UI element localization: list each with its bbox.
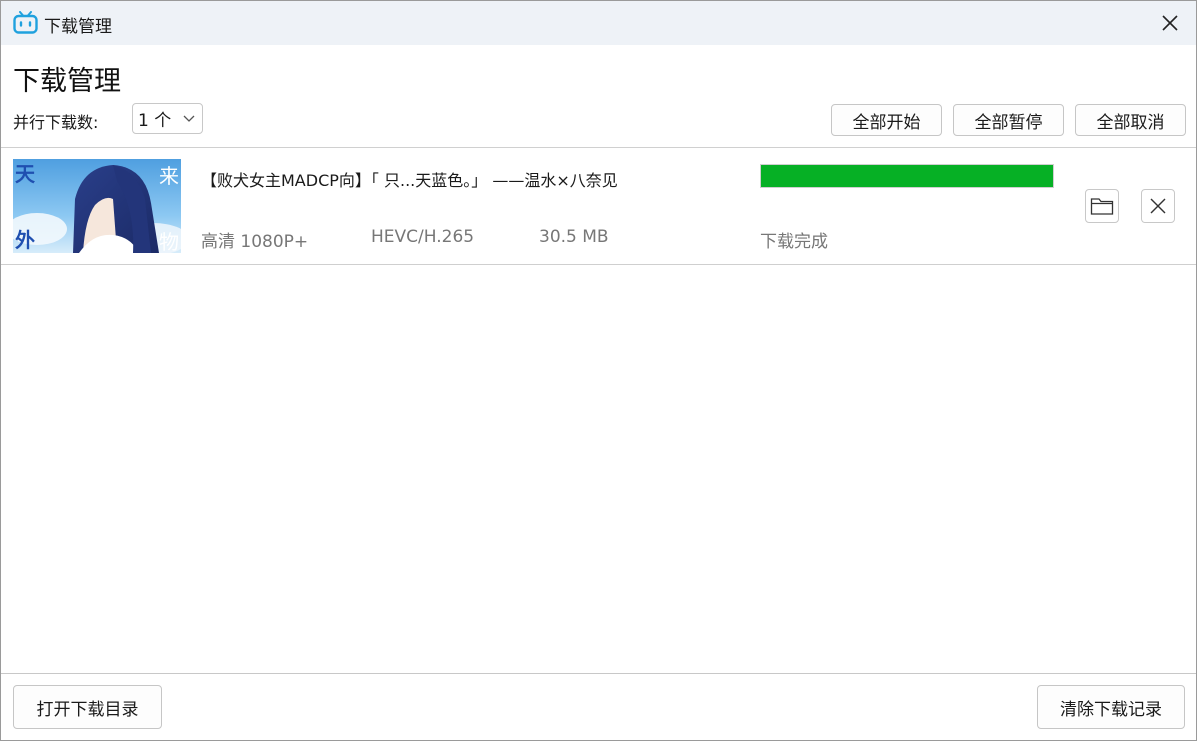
download-list[interactable]: 天 外 来 物 【败犬女主MADCP向】「 只...天蓝色。」 ——温水×八奈见… [1,148,1196,673]
thumb-text: 天 [15,162,36,186]
status-label: 下载完成 [760,232,828,252]
window-title: 下载管理 [44,17,112,37]
concurrency-select[interactable]: 1 个 [132,103,203,134]
thumb-text: 物 [159,230,179,253]
download-progress-bar [760,164,1054,188]
folder-icon [1090,198,1114,215]
open-folder-button[interactable] [1085,189,1119,223]
concurrency-label: 并行下载数: [13,113,99,132]
chevron-down-icon [183,115,195,122]
thumb-text: 来 [159,164,179,188]
progress-fill [761,165,1053,187]
footer: 打开下载目录 清除下载记录 [1,674,1196,740]
cancel-all-button[interactable]: 全部取消 [1075,104,1186,136]
start-all-button[interactable]: 全部开始 [831,104,942,136]
title-bar[interactable]: 下载管理 [1,1,1196,45]
file-size: 30.5 MB [539,227,609,247]
close-icon [1150,198,1166,214]
page-title: 下载管理 [13,66,121,97]
open-download-dir-button[interactable]: 打开下载目录 [13,685,162,729]
bilibili-tv-icon [13,11,38,34]
download-title: 【败犬女主MADCP向】「 只...天蓝色。」 ——温水×八奈见 [201,171,618,190]
delete-item-button[interactable] [1141,189,1175,223]
download-item[interactable]: 天 外 来 物 【败犬女主MADCP向】「 只...天蓝色。」 ——温水×八奈见… [1,148,1196,265]
clear-history-button[interactable]: 清除下载记录 [1037,685,1185,729]
download-manager-window: 下载管理 下载管理 并行下载数: 1 个 全部开始 全部暂停 全部取消 天 外 … [0,0,1197,741]
video-thumbnail: 天 外 来 物 [13,159,181,253]
quality-label: 高清 1080P+ [201,232,309,252]
codec-label: HEVC/H.265 [371,227,475,247]
pause-all-button[interactable]: 全部暂停 [953,104,1064,136]
thumb-text: 外 [15,228,35,252]
close-icon [1162,15,1178,31]
window-close-button[interactable] [1144,1,1196,45]
concurrency-value: 1 个 [138,111,172,131]
